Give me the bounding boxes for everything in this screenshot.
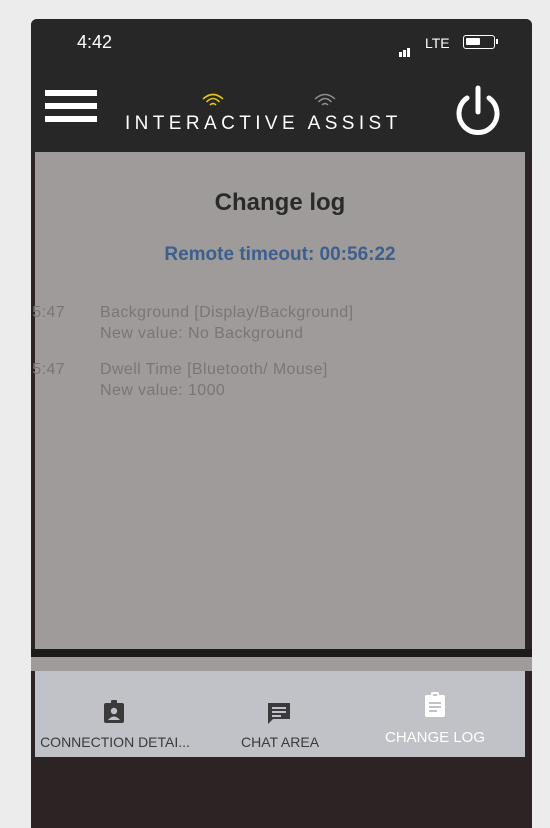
status-time: 4:42 (77, 32, 113, 52)
log-entry-value: New value: No Background (100, 325, 304, 342)
log-entry-time: 15:47 (31, 361, 66, 378)
app-logo: INTERACTIVE ASSIST (125, 91, 425, 134)
log-entry-name: Background [Display/Background] (100, 304, 354, 321)
divider (31, 649, 532, 657)
tab-connection-details[interactable]: CONNECTION DETAI... (35, 671, 195, 757)
wifi-gray-icon (314, 93, 336, 106)
page-title: Change log (214, 189, 346, 216)
tab-label: CONNECTION DETAI... (40, 734, 190, 750)
wifi-yellow-icon (202, 93, 224, 106)
chat-icon (268, 703, 290, 724)
contact-badge-icon (104, 700, 124, 723)
panel-strip (31, 657, 532, 671)
bottom-tab-bar: CONNECTION DETAI... CHAT AREA CHANGE LOG (35, 671, 525, 757)
tab-chat-area[interactable]: CHAT AREA (215, 671, 345, 757)
logo-text: INTERACTIVE ASSIST (125, 113, 402, 134)
phone-frame: 4:42 LTE INTERACTIVE ASSIST Change log R… (31, 19, 532, 828)
clipboard-icon (425, 692, 445, 717)
status-bar: 4:42 LTE (31, 19, 532, 65)
bottom-area (31, 775, 532, 828)
hamburger-menu-icon[interactable] (45, 90, 97, 124)
log-entry-time: 15:47 (31, 304, 66, 321)
signal-icon (399, 39, 411, 57)
tab-label: CHAT AREA (240, 734, 320, 750)
remote-timeout: Remote timeout: 00:56:22 (164, 244, 396, 265)
bottom-spacer (31, 757, 532, 775)
tab-change-log[interactable]: CHANGE LOG (365, 671, 505, 757)
app-bar: INTERACTIVE ASSIST (31, 65, 532, 152)
network-label: LTE (425, 35, 450, 51)
log-entry-name: Dwell Time [Bluetooth/ Mouse] (100, 361, 328, 378)
tab-label: CHANGE LOG (384, 729, 486, 746)
power-icon[interactable] (451, 85, 505, 139)
battery-icon (463, 35, 498, 49)
change-log-panel: Change log Remote timeout: 00:56:22 15:4… (31, 152, 525, 649)
log-entry-value: New value: 1000 (100, 382, 226, 399)
